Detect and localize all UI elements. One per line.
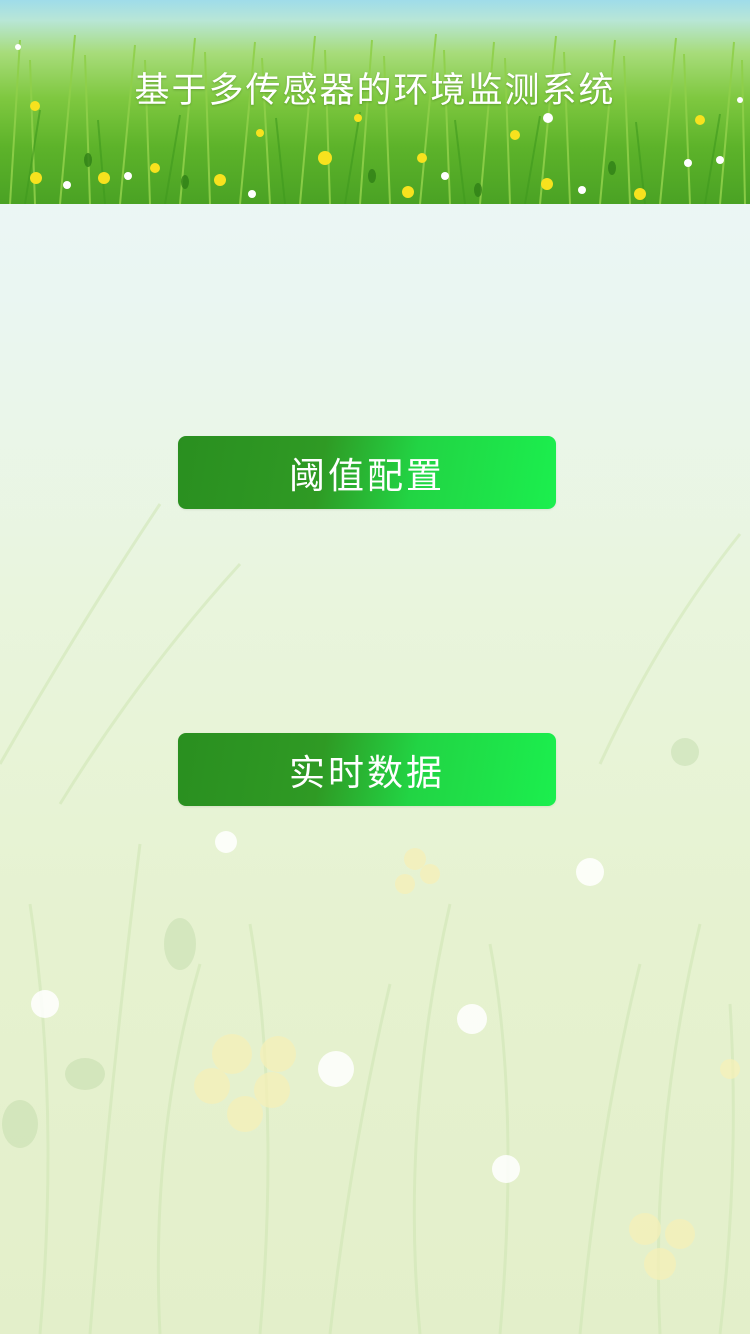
page-title: 基于多传感器的环境监测系统 (134, 71, 616, 111)
header-banner: 基于多传感器的环境监测系统 (0, 0, 750, 204)
app-screen: 基于多传感器的环境监测系统 阈值配置 实时数据 (0, 0, 750, 1334)
threshold-config-button[interactable]: 阈值配置 (178, 436, 556, 509)
realtime-data-button[interactable]: 实时数据 (178, 733, 556, 806)
